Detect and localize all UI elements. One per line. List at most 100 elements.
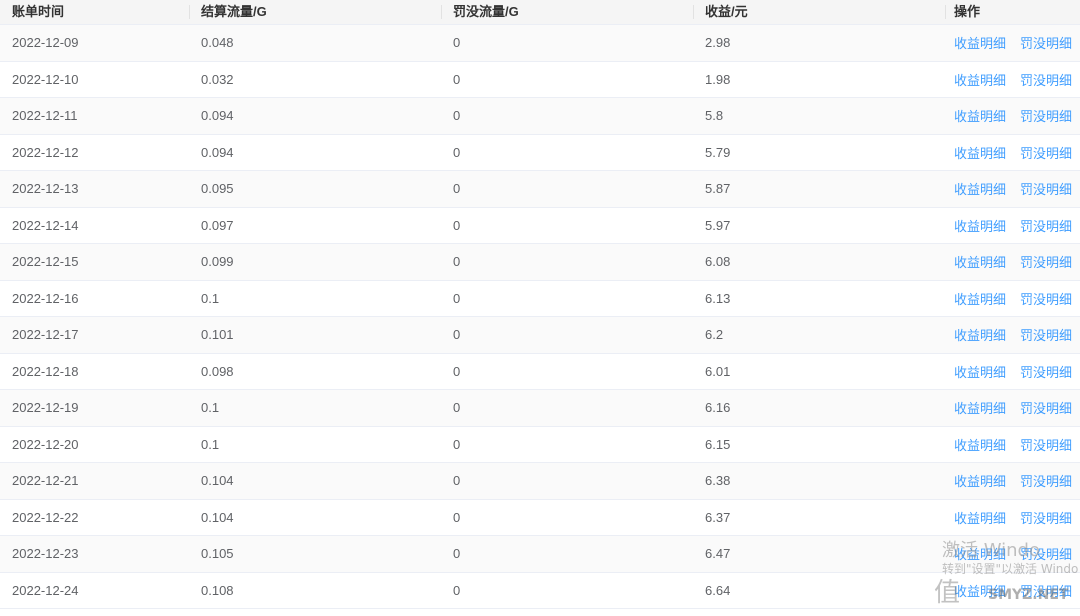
income-detail-link[interactable]: 收益明细 [954, 471, 1006, 490]
cell-income: 6.01 [705, 363, 731, 379]
income-detail-link[interactable]: 收益明细 [954, 179, 1006, 198]
table-row: 2022-12-09 0.048 0 2.98 收益明细 罚没明细 [0, 25, 1080, 62]
penalty-detail-link[interactable]: 罚没明细 [1020, 179, 1072, 198]
table-row: 2022-12-19 0.1 0 6.16 收益明细 罚没明细 [0, 390, 1080, 427]
penalty-detail-link[interactable]: 罚没明细 [1020, 581, 1072, 600]
cell-income: 6.47 [705, 546, 731, 562]
income-detail-link[interactable]: 收益明细 [954, 252, 1006, 271]
cell-settled-traffic: 0.032 [201, 71, 234, 87]
cell-settled-traffic: 0.094 [201, 108, 234, 124]
income-detail-link[interactable]: 收益明细 [954, 435, 1006, 454]
penalty-detail-link[interactable]: 罚没明细 [1020, 544, 1072, 563]
income-detail-link[interactable]: 收益明细 [954, 70, 1006, 89]
cell-income: 6.64 [705, 582, 731, 598]
cell-bill-date: 2022-12-21 [12, 473, 79, 489]
cell-settled-traffic: 0.105 [201, 546, 234, 562]
table-body: 2022-12-09 0.048 0 2.98 收益明细 罚没明细 2022-12-10 0.… [0, 25, 1080, 609]
penalty-detail-link[interactable]: 罚没明细 [1020, 252, 1072, 271]
cell-settled-traffic: 0.1 [201, 436, 220, 452]
cell-settled-traffic: 0.1 [201, 290, 220, 306]
cell-actions: 收益明细 罚没明细 [945, 581, 1080, 600]
penalty-detail-link[interactable]: 罚没明细 [1020, 325, 1072, 344]
cell-bill-date: 2022-12-24 [12, 582, 79, 598]
cell-actions: 收益明细 罚没明细 [945, 289, 1080, 308]
column-header-actions: 操作 [945, 0, 1080, 24]
income-detail-link[interactable]: 收益明细 [954, 33, 1006, 52]
penalty-detail-link[interactable]: 罚没明细 [1020, 70, 1072, 89]
billing-table: 账单时间 结算流量/G 罚没流量/G 收益/元 操作 2022-12-09 0.0… [0, 0, 1080, 609]
table-row: 2022-12-12 0.094 0 5.79 收益明细 罚没明细 [0, 135, 1080, 171]
table-row: 2022-12-16 0.1 0 6.13 收益明细 罚没明细 [0, 281, 1080, 317]
cell-income: 5.8 [705, 108, 724, 124]
cell-bill-date: 2022-12-14 [12, 217, 79, 233]
income-detail-link[interactable]: 收益明细 [954, 544, 1006, 563]
cell-income: 6.16 [705, 400, 731, 416]
cell-bill-date: 2022-12-20 [12, 436, 79, 452]
cell-income: 1.98 [705, 71, 731, 87]
table-row: 2022-12-22 0.104 0 6.37 收益明细 罚没明细 [0, 500, 1080, 536]
table-row: 2022-12-14 0.097 0 5.97 收益明细 罚没明细 [0, 208, 1080, 244]
penalty-detail-link[interactable]: 罚没明细 [1020, 143, 1072, 162]
cell-actions: 收益明细 罚没明细 [945, 216, 1080, 235]
income-detail-link[interactable]: 收益明细 [954, 362, 1006, 381]
income-detail-link[interactable]: 收益明细 [954, 289, 1006, 308]
cell-bill-date: 2022-12-17 [12, 327, 79, 343]
cell-income: 5.97 [705, 217, 731, 233]
cell-penalty-traffic: 0 [453, 144, 461, 160]
cell-income: 6.15 [705, 436, 731, 452]
penalty-detail-link[interactable]: 罚没明细 [1020, 398, 1072, 417]
cell-bill-date: 2022-12-15 [12, 254, 79, 270]
cell-settled-traffic: 0.048 [201, 35, 234, 51]
cell-settled-traffic: 0.108 [201, 582, 234, 598]
column-header-settled-traffic[interactable]: 结算流量/G [189, 0, 441, 24]
income-detail-link[interactable]: 收益明细 [954, 398, 1006, 417]
cell-penalty-traffic: 0 [453, 71, 461, 87]
cell-settled-traffic: 0.1 [201, 400, 220, 416]
cell-income: 6.38 [705, 473, 731, 489]
cell-income: 2.98 [705, 35, 731, 51]
income-detail-link[interactable]: 收益明细 [954, 581, 1006, 600]
cell-actions: 收益明细 罚没明细 [945, 70, 1080, 89]
penalty-detail-link[interactable]: 罚没明细 [1020, 471, 1072, 490]
cell-actions: 收益明细 罚没明细 [945, 435, 1080, 454]
cell-settled-traffic: 0.099 [201, 254, 234, 270]
cell-actions: 收益明细 罚没明细 [945, 143, 1080, 162]
cell-actions: 收益明细 罚没明细 [945, 471, 1080, 490]
column-header-bill-date[interactable]: 账单时间 [0, 0, 189, 24]
table-row: 2022-12-15 0.099 0 6.08 收益明细 罚没明细 [0, 244, 1080, 281]
penalty-detail-link[interactable]: 罚没明细 [1020, 289, 1072, 308]
table-row: 2022-12-24 0.108 0 6.64 收益明细 罚没明细 [0, 573, 1080, 609]
cell-penalty-traffic: 0 [453, 436, 461, 452]
cell-actions: 收益明细 罚没明细 [945, 33, 1080, 52]
cell-income: 5.79 [705, 144, 731, 160]
penalty-detail-link[interactable]: 罚没明细 [1020, 106, 1072, 125]
income-detail-link[interactable]: 收益明细 [954, 143, 1006, 162]
penalty-detail-link[interactable]: 罚没明细 [1020, 435, 1072, 454]
cell-penalty-traffic: 0 [453, 108, 461, 124]
income-detail-link[interactable]: 收益明细 [954, 216, 1006, 235]
penalty-detail-link[interactable]: 罚没明细 [1020, 508, 1072, 527]
cell-bill-date: 2022-12-19 [12, 400, 79, 416]
cell-income: 5.87 [705, 181, 731, 197]
penalty-detail-link[interactable]: 罚没明细 [1020, 216, 1072, 235]
income-detail-link[interactable]: 收益明细 [954, 325, 1006, 344]
cell-bill-date: 2022-12-13 [12, 181, 79, 197]
penalty-detail-link[interactable]: 罚没明细 [1020, 33, 1072, 52]
cell-settled-traffic: 0.101 [201, 327, 234, 343]
cell-penalty-traffic: 0 [453, 582, 461, 598]
column-header-penalty-traffic[interactable]: 罚没流量/G [441, 0, 693, 24]
table-row: 2022-12-21 0.104 0 6.38 收益明细 罚没明细 [0, 463, 1080, 500]
cell-penalty-traffic: 0 [453, 217, 461, 233]
income-detail-link[interactable]: 收益明细 [954, 106, 1006, 125]
cell-penalty-traffic: 0 [453, 35, 461, 51]
cell-penalty-traffic: 0 [453, 363, 461, 379]
cell-settled-traffic: 0.098 [201, 363, 234, 379]
cell-penalty-traffic: 0 [453, 473, 461, 489]
penalty-detail-link[interactable]: 罚没明细 [1020, 362, 1072, 381]
cell-bill-date: 2022-12-22 [12, 509, 79, 525]
cell-actions: 收益明细 罚没明细 [945, 508, 1080, 527]
income-detail-link[interactable]: 收益明细 [954, 508, 1006, 527]
column-header-income[interactable]: 收益/元 [693, 0, 945, 24]
cell-bill-date: 2022-12-10 [12, 71, 79, 87]
table-row: 2022-12-17 0.101 0 6.2 收益明细 罚没明细 [0, 317, 1080, 354]
